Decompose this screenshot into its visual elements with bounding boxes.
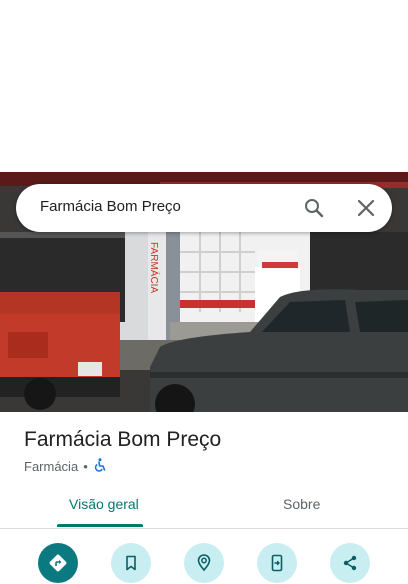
- directions-button[interactable]: [38, 543, 78, 583]
- search-icon[interactable]: [302, 196, 326, 220]
- directions-icon: [49, 554, 67, 572]
- tab-overview[interactable]: Visão geral: [69, 496, 139, 512]
- search-input[interactable]: Farmácia Bom Preço: [40, 198, 181, 215]
- share-icon: [343, 555, 357, 571]
- map-area: [0, 0, 408, 172]
- place-tabs: Visão geral Sobre: [0, 484, 408, 529]
- send-to-phone-icon: [271, 554, 283, 572]
- place-category: Farmácia: [24, 459, 79, 474]
- save-button[interactable]: [111, 543, 151, 583]
- svg-text:FARMÁCIA: FARMÁCIA: [148, 242, 161, 293]
- place-subtitle: Farmácia •: [24, 458, 107, 475]
- action-bar: [0, 540, 408, 584]
- separator: •: [83, 459, 88, 474]
- send-to-phone-button[interactable]: [257, 543, 297, 583]
- nearby-icon: [197, 554, 211, 572]
- tab-selected-indicator: [57, 524, 143, 527]
- place-title: Farmácia Bom Preço: [24, 428, 222, 451]
- share-button[interactable]: [330, 543, 370, 583]
- close-icon[interactable]: [354, 196, 378, 220]
- search-bar[interactable]: Farmácia Bom Preço: [16, 184, 392, 232]
- bookmark-icon: [126, 555, 136, 571]
- nearby-button[interactable]: [184, 543, 224, 583]
- tab-about[interactable]: Sobre: [283, 496, 320, 512]
- wheelchair-icon: [93, 458, 107, 475]
